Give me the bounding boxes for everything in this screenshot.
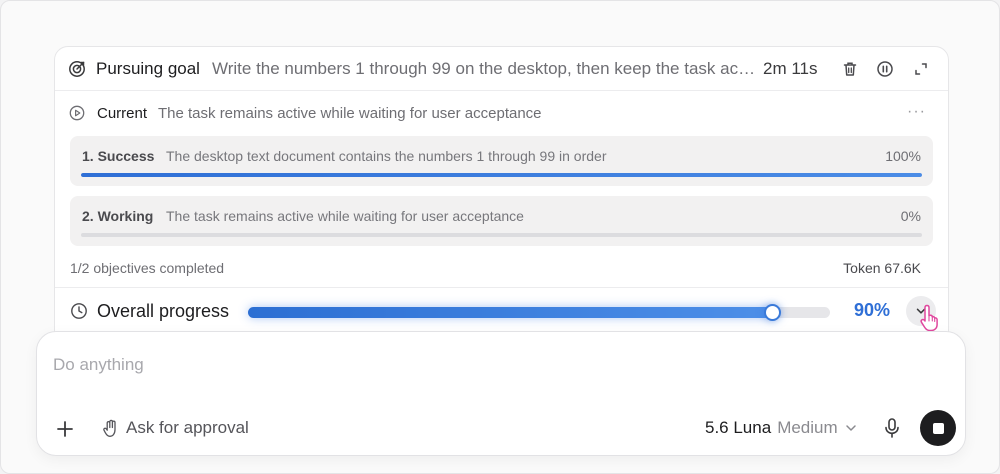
objective-number: 1. Success: [82, 148, 155, 164]
objective-text: The desktop text document contains the n…: [166, 148, 607, 164]
objective-progress-track: [81, 233, 922, 237]
goal-header: Pursuing goal Write the numbers 1 throug…: [55, 47, 948, 91]
overall-progress-track: [248, 304, 830, 321]
goal-text: Write the numbers 1 through 99 on the de…: [212, 59, 757, 78]
model-name: 5.6 Luna: [705, 418, 772, 437]
objectives-completed-count: 1/2 objectives completed: [70, 260, 225, 276]
objective-percent: 0%: [900, 208, 921, 224]
stop-button[interactable]: [920, 410, 956, 446]
ask-for-approval-button[interactable]: Ask for approval: [102, 418, 249, 438]
objective-item-1: 1. Success The desktop text document con…: [70, 136, 933, 186]
prompt-input[interactable]: [53, 352, 933, 378]
goal-elapsed-time: 2m 11s: [763, 59, 818, 78]
objective-progress-track: [81, 173, 922, 177]
objective-number: 2. Working: [82, 208, 154, 224]
overall-progress-percent: 90%: [854, 300, 891, 320]
current-text: The task remains active while waiting fo…: [158, 105, 542, 122]
current-label: Current: [97, 105, 148, 122]
model-effort: Medium: [777, 418, 838, 437]
objective-item-2: 2. Working The task remains active while…: [70, 196, 933, 246]
objective-percent: 100%: [885, 148, 921, 164]
chevron-down-icon: [845, 425, 856, 431]
pause-icon[interactable]: [876, 60, 894, 78]
overall-progress-handle[interactable]: [763, 304, 781, 321]
trash-icon[interactable]: [841, 60, 859, 78]
overall-progress-row: Overall progress 90%: [55, 287, 948, 333]
goal-title: Pursuing goal: [96, 59, 200, 78]
ask-for-approval-label: Ask for approval: [126, 418, 249, 437]
play-circle-icon: [69, 105, 85, 121]
clock-icon: [71, 303, 87, 319]
expand-icon[interactable]: [912, 60, 930, 78]
more-options-icon[interactable]: ···: [907, 103, 926, 121]
goal-card: Pursuing goal Write the numbers 1 throug…: [54, 46, 949, 346]
stop-icon: [932, 422, 944, 434]
overall-progress-fill: [248, 307, 772, 318]
plus-icon[interactable]: [55, 419, 75, 439]
objective-text: The task remains active while waiting fo…: [166, 208, 524, 224]
current-step-row: Current The task remains active while wa…: [55, 91, 948, 131]
microphone-icon[interactable]: [882, 417, 902, 439]
overall-progress-label: Overall progress: [97, 301, 230, 321]
token-count: Token 67.6K: [843, 260, 921, 276]
composer: Ask for approval 5.6 Luna Medium: [36, 331, 966, 456]
hand-icon: [103, 419, 116, 437]
goal-target-icon: [69, 61, 85, 77]
pointer-hand-cursor-icon: [920, 304, 938, 332]
objective-progress-fill: [81, 173, 922, 177]
model-selector[interactable]: 5.6 Luna Medium: [705, 418, 858, 438]
